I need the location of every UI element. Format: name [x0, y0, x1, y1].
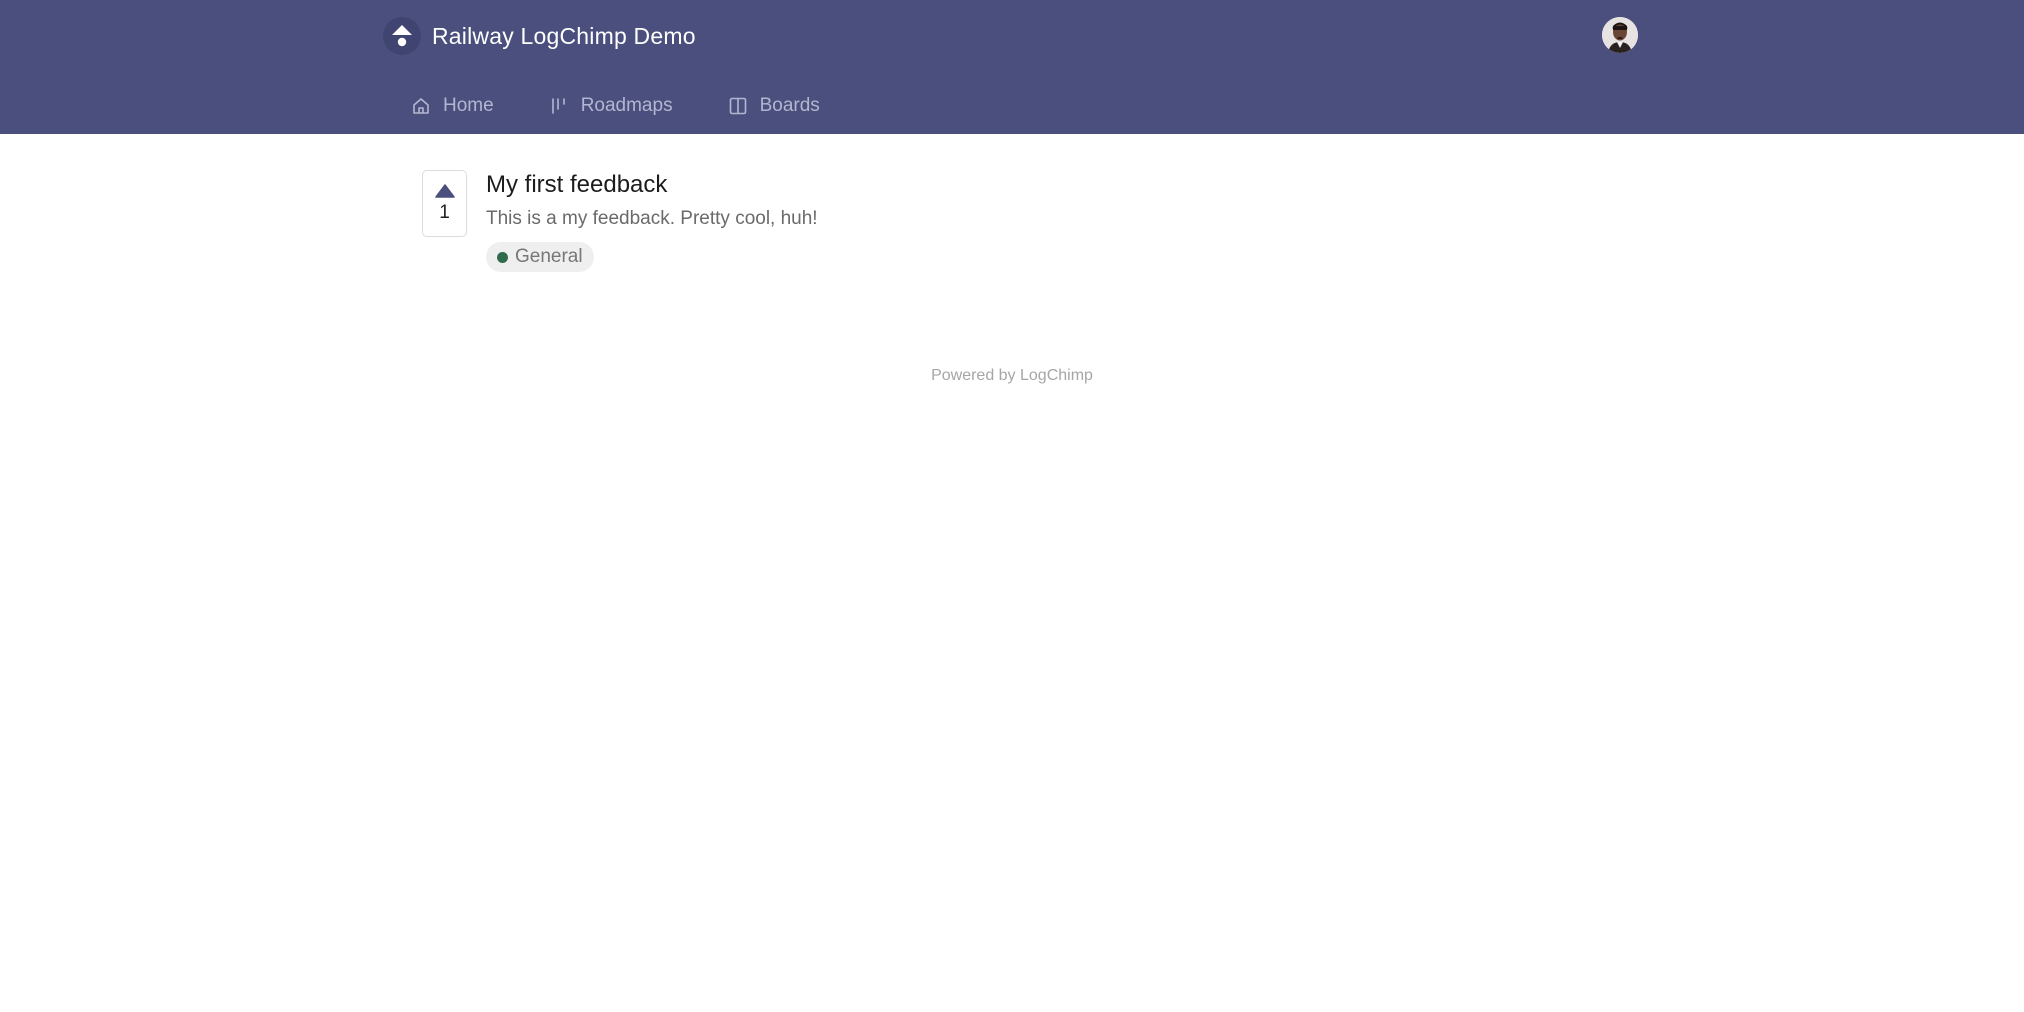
logchimp-logo-icon	[383, 17, 421, 55]
brand-title: Railway LogChimp Demo	[432, 22, 696, 49]
board-icon	[728, 96, 748, 116]
nav-item-boards[interactable]: Boards	[728, 95, 820, 117]
post-title[interactable]: My first feedback	[486, 171, 818, 199]
nav-item-home[interactable]: Home	[411, 95, 494, 117]
board-color-dot	[497, 251, 508, 263]
main-nav: Home Roadmaps Boards	[411, 90, 875, 122]
roadmap-icon	[549, 96, 569, 116]
home-icon	[411, 96, 431, 116]
post-description: This is a my feedback. Pretty cool, huh!	[486, 208, 818, 229]
nav-label-roadmaps: Roadmaps	[580, 95, 673, 116]
post-item: 1 My first feedback This is a my feedbac…	[422, 170, 818, 272]
nav-label-home: Home	[443, 95, 494, 116]
board-tag[interactable]: General	[486, 242, 594, 272]
upvote-button[interactable]: 1	[422, 170, 467, 237]
brand-link[interactable]: Railway LogChimp Demo	[383, 16, 696, 56]
user-avatar[interactable]	[1602, 17, 1638, 53]
vote-count: 1	[439, 202, 450, 223]
post-body: My first feedback This is a my feedback.…	[486, 170, 818, 272]
site-header: Railway LogChimp Demo Home Roadmaps Boar…	[0, 0, 2024, 134]
powered-by-footer[interactable]: Powered by LogChimp	[0, 367, 2024, 385]
upvote-arrow-icon	[434, 184, 455, 198]
board-tag-label: General	[515, 246, 583, 267]
nav-label-boards: Boards	[759, 95, 820, 116]
nav-item-roadmaps[interactable]: Roadmaps	[549, 95, 673, 117]
